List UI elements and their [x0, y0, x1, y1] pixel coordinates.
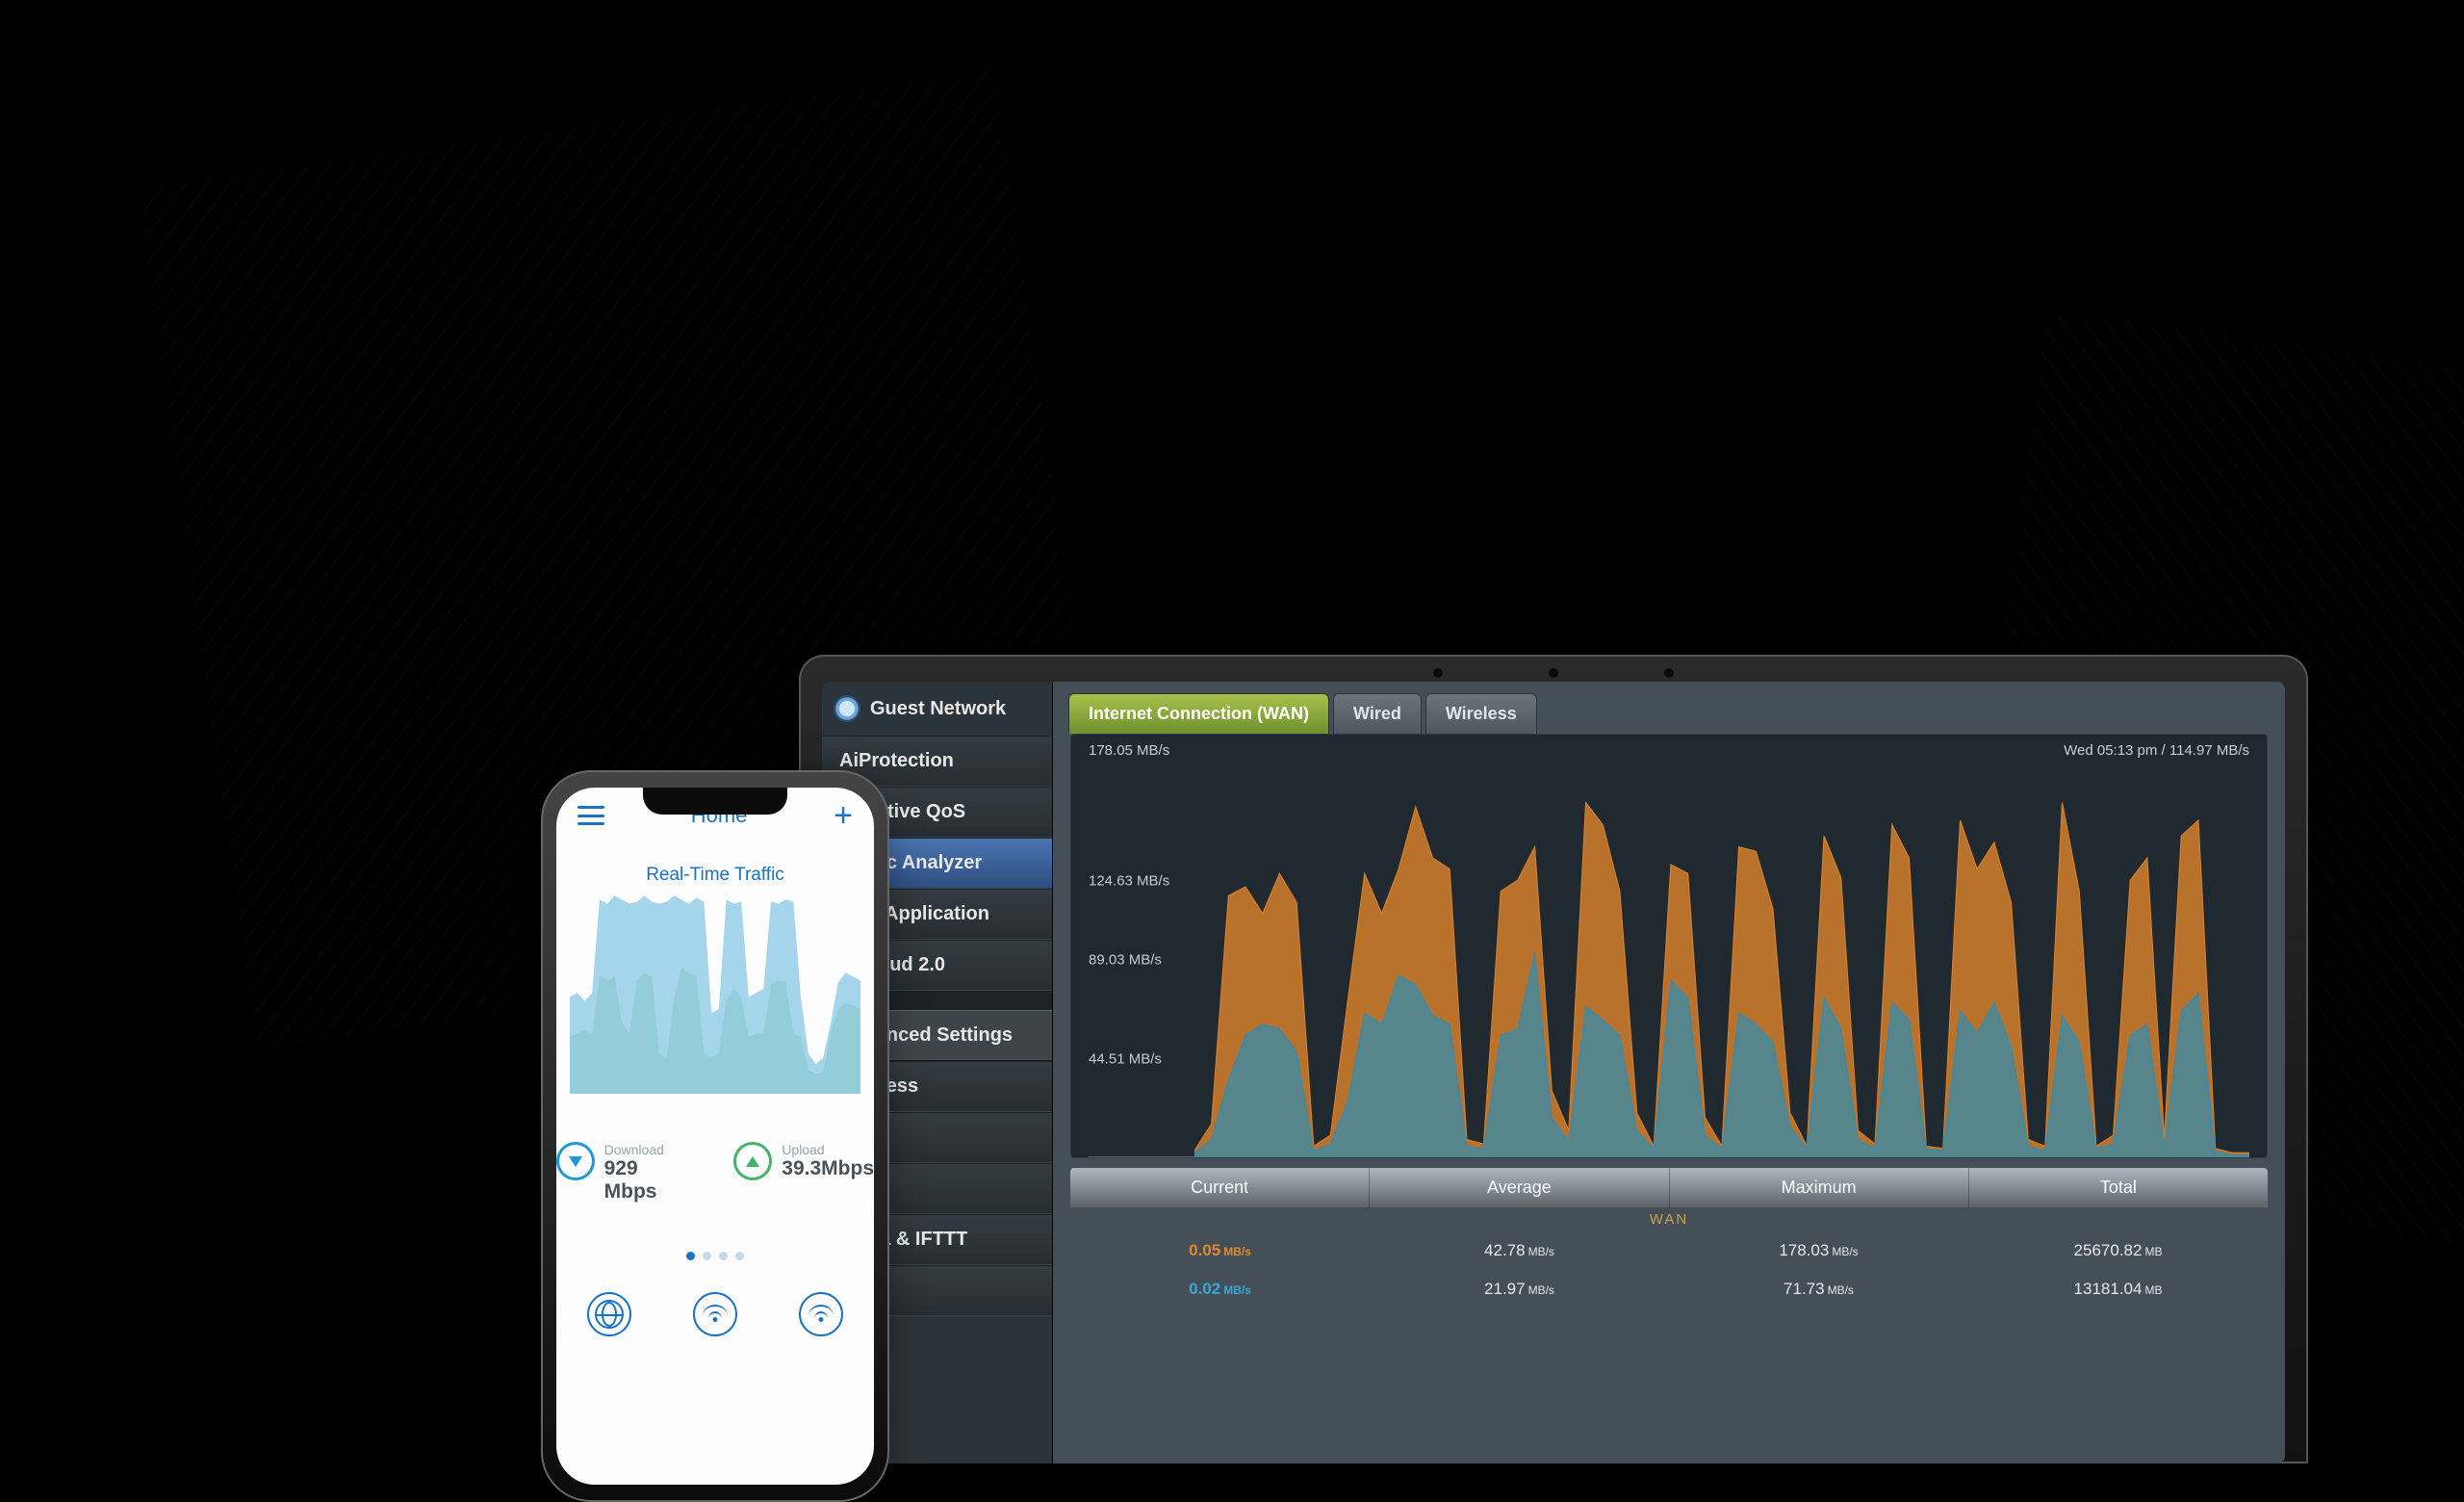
nav-router-icon[interactable]	[693, 1292, 737, 1336]
realtime-traffic-chart	[570, 892, 860, 1113]
nav-internet-icon[interactable]	[587, 1292, 631, 1336]
upload-icon	[733, 1142, 772, 1180]
traffic-chart-panel: 178.05 MB/s Wed 05:13 pm / 114.97 MB/s 1…	[1070, 734, 2268, 1158]
nav-wifi-icon[interactable]	[799, 1292, 843, 1336]
panel-title: Real-Time Traffic	[556, 865, 874, 886]
tab-bar: Internet Connection (WAN)WiredWireless	[1053, 682, 2285, 734]
mobile-app-screen: Home + Real-Time Traffic Download 929 Mb…	[556, 788, 874, 1485]
timestamp-label: Wed 05:13 pm / 114.97 MB/s	[2064, 742, 2249, 759]
stats-row-blue: 0.02MB/s21.97MB/s71.73MB/s13181.04MB	[1070, 1270, 2268, 1308]
sidebar-header[interactable]: Guest Network	[822, 682, 1052, 736]
stats-col-total: Total	[1969, 1168, 2268, 1207]
traffic-chart: 124.63 MB/s 89.03 MB/s 44.51 MB/s	[1089, 763, 2249, 1157]
download-icon	[556, 1142, 595, 1180]
add-button[interactable]: +	[834, 806, 853, 825]
sidebar-header-label: Guest Network	[870, 698, 1006, 720]
y-tick: 89.03 MB/s	[1089, 951, 1162, 968]
stats-group-label: WAN	[1070, 1207, 2268, 1231]
download-label: Download	[604, 1142, 696, 1157]
stats-table: CurrentAverageMaximumTotal WAN 0.05MB/s4…	[1070, 1168, 2268, 1308]
tab-internet-connection-wan-[interactable]: Internet Connection (WAN)	[1068, 693, 1329, 734]
menu-icon[interactable]	[578, 806, 604, 825]
phone-device: Home + Real-Time Traffic Download 929 Mb…	[541, 770, 889, 1502]
stats-row-orange: 0.05MB/s42.78MB/s178.03MB/s25670.82MB	[1070, 1231, 2268, 1270]
router-admin-screen: Guest Network AiProtectionAdaptive QoSTr…	[822, 682, 2285, 1463]
y-max-label: 178.05 MB/s	[1089, 742, 1169, 759]
bottom-nav	[556, 1292, 874, 1336]
laptop-device: Guest Network AiProtectionAdaptive QoSTr…	[799, 655, 2308, 1463]
page-indicator[interactable]	[556, 1248, 874, 1265]
upload-stat: Upload 39.3Mbps	[733, 1142, 874, 1204]
globe-icon	[834, 695, 860, 722]
y-tick: 124.63 MB/s	[1089, 873, 1169, 890]
tab-wired[interactable]: Wired	[1333, 693, 1422, 734]
download-stat: Download 929 Mbps	[556, 1142, 695, 1204]
stats-col-maximum: Maximum	[1670, 1168, 1969, 1207]
y-tick: 44.51 MB/s	[1089, 1050, 1162, 1067]
upload-value: 39.3Mbps	[782, 1157, 874, 1179]
main-panel: Internet Connection (WAN)WiredWireless 1…	[1053, 682, 2285, 1463]
tab-wireless[interactable]: Wireless	[1425, 693, 1537, 734]
stats-col-current: Current	[1070, 1168, 1370, 1207]
download-value: 929 Mbps	[604, 1157, 657, 1203]
upload-label: Upload	[782, 1142, 874, 1157]
stats-col-average: Average	[1370, 1168, 1669, 1207]
